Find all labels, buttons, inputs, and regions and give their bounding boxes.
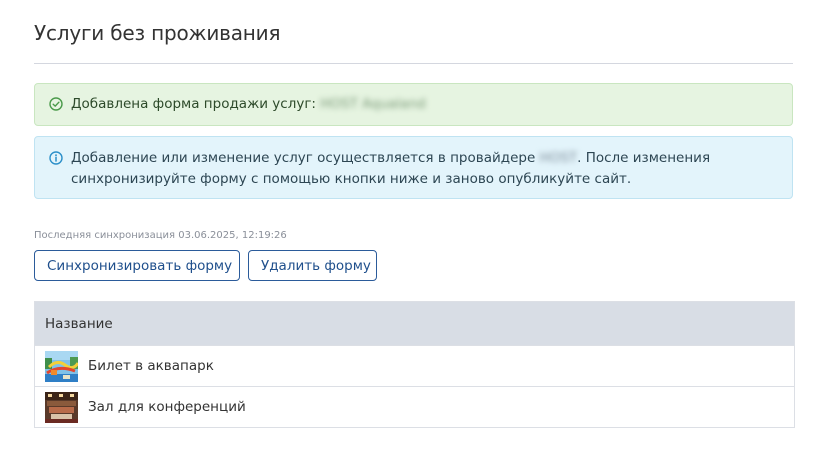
column-header-name: Название bbox=[45, 315, 113, 332]
table-row[interactable]: Зал для конференций bbox=[35, 386, 794, 427]
info-alert-line2: синхронизируйте форму с помощью кнопки н… bbox=[71, 171, 632, 187]
info-circle-icon bbox=[49, 151, 63, 165]
success-alert-text: Добавлена форма продажи услуг: HOST Aqua… bbox=[71, 94, 426, 115]
service-name: Билет в аквапарк bbox=[88, 358, 214, 374]
conference-hall-thumbnail bbox=[45, 391, 78, 423]
sync-form-button[interactable]: Синхронизировать форму bbox=[34, 250, 240, 281]
info-alert-text: Добавление или изменение услуг осуществл… bbox=[71, 148, 710, 190]
services-table: Название Билет в аквапарк Зал для конфер… bbox=[34, 301, 795, 428]
check-circle-icon bbox=[49, 97, 63, 111]
waterpark-thumbnail bbox=[45, 350, 78, 382]
last-sync-timestamp: Последняя синхронизация 03.06.2025, 12:1… bbox=[34, 230, 287, 241]
info-alert-line1: Добавление или изменение услуг осуществл… bbox=[71, 148, 710, 169]
success-alert-message: Добавлена форма продажи услуг: bbox=[71, 96, 316, 112]
table-row[interactable]: Билет в аквапарк bbox=[35, 345, 794, 386]
redacted-provider-name: HOST bbox=[539, 150, 578, 166]
info-alert: Добавление или изменение услуг осуществл… bbox=[34, 136, 793, 199]
table-header: Название bbox=[35, 302, 794, 345]
page-title: Услуги без проживания bbox=[34, 21, 281, 45]
service-name: Зал для конференций bbox=[88, 399, 246, 415]
info-line1-before: Добавление или изменение услуг осуществл… bbox=[71, 150, 540, 166]
info-line1-after: . После изменения bbox=[577, 150, 711, 166]
delete-form-button[interactable]: Удалить форму bbox=[248, 250, 377, 281]
success-alert: Добавлена форма продажи услуг: HOST Aqua… bbox=[34, 83, 793, 126]
redacted-form-name: HOST Aqualand bbox=[320, 96, 426, 112]
title-divider bbox=[34, 63, 793, 64]
